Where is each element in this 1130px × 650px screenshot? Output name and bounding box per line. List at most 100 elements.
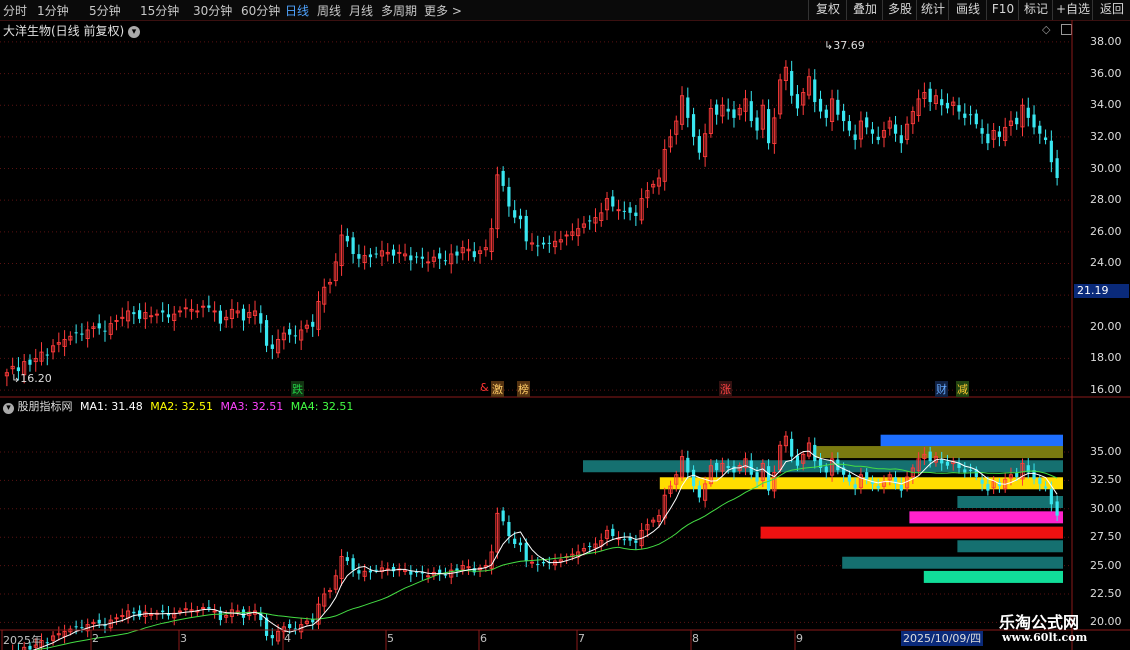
indicator-candle	[368, 570, 373, 573]
candle	[1049, 140, 1053, 163]
indicator-candle	[138, 610, 142, 617]
candle	[634, 212, 638, 216]
price-axis-label: 24.00	[1090, 256, 1122, 270]
candle	[732, 109, 736, 118]
candle	[357, 254, 361, 259]
multi-stock-button[interactable]: 多股	[882, 0, 917, 20]
indicator-candle	[611, 528, 615, 537]
high-marker: ↳37.69	[824, 39, 865, 52]
indicator-candle	[288, 624, 292, 628]
candle	[790, 71, 794, 96]
period-30min[interactable]: 30分钟	[193, 2, 232, 19]
indicator-candle	[74, 626, 78, 628]
candle	[1055, 158, 1059, 179]
price-axis-label: 32.00	[1090, 129, 1122, 143]
period-multi[interactable]: 多周期	[381, 2, 417, 19]
candle	[945, 102, 950, 109]
candle	[311, 321, 315, 327]
f10-button[interactable]: F10	[986, 0, 1019, 20]
low-marker: ↳16.20	[11, 372, 52, 385]
statistics-button[interactable]: 统计	[916, 0, 949, 20]
candle	[697, 136, 701, 153]
period-fenshi[interactable]: 分时	[3, 2, 27, 19]
event-marker-finance[interactable]: 财	[935, 381, 948, 397]
event-marker-list[interactable]: 榜	[517, 381, 530, 397]
indicator-candle	[293, 628, 298, 630]
indicator-candle	[270, 635, 274, 639]
volume-profile-bar	[923, 570, 1063, 583]
event-marker-amp[interactable]: &	[479, 381, 490, 394]
candle	[853, 134, 857, 141]
indicator-candle	[536, 563, 540, 565]
event-marker-reduce[interactable]: 减	[956, 381, 969, 397]
price-axis-label: 26.00	[1090, 224, 1122, 238]
indicator-candle	[813, 444, 817, 462]
restore-rights-button[interactable]: 复权	[808, 0, 847, 20]
chevron-down-icon[interactable]: ▾	[3, 403, 14, 414]
candle	[368, 254, 373, 258]
price-axis-label: 28.00	[1090, 193, 1122, 207]
price-axis-label: 20.00	[1090, 319, 1122, 333]
candle	[842, 110, 846, 122]
candle	[893, 124, 898, 134]
period-more-label: 更多	[424, 4, 449, 18]
volume-profile-bar	[813, 446, 1063, 459]
indicator-candle	[588, 546, 592, 548]
candle	[836, 99, 840, 115]
period-1min[interactable]: 1分钟	[37, 2, 69, 19]
indicator-legend: ▾ 股朋指标网 MA1: 31.48 MA2: 32.51 MA3: 32.51…	[3, 398, 353, 414]
indicator-candle	[241, 609, 246, 618]
cursor-price-label: 21.19	[1074, 284, 1129, 298]
candle	[351, 237, 355, 254]
indicator-candle	[622, 539, 626, 541]
draw-line-button[interactable]: 画线	[948, 0, 987, 20]
back-button[interactable]: 返回	[1092, 0, 1130, 20]
candle	[963, 113, 967, 118]
candle	[97, 323, 101, 329]
price-axis-label: 18.00	[1090, 351, 1122, 365]
period-monthly[interactable]: 月线	[349, 2, 373, 19]
watermark-title: 乐淘公式网	[999, 613, 1080, 632]
indicator-candle	[928, 451, 932, 462]
indicator-name[interactable]: 股朋指标网	[18, 400, 73, 413]
indicator-axis-label: 22.50	[1090, 586, 1122, 600]
period-daily[interactable]: 日线	[285, 2, 309, 19]
candle	[928, 88, 932, 103]
indicator-candle	[1055, 501, 1059, 516]
add-watchlist-button[interactable]: +自选	[1052, 0, 1093, 20]
indicator-candle	[691, 469, 696, 487]
candle	[824, 109, 828, 118]
event-marker-rise[interactable]: 涨	[719, 381, 732, 397]
watermark-url: www.60lt.com	[1002, 631, 1088, 644]
indicator-candle	[876, 486, 880, 489]
candle	[513, 210, 517, 218]
event-marker-surge[interactable]: 激	[491, 381, 504, 397]
period-weekly[interactable]: 周线	[317, 2, 341, 19]
indicator-candle	[80, 627, 84, 629]
candle	[74, 332, 78, 334]
candle	[414, 256, 419, 258]
candle	[726, 108, 730, 112]
indicator-axis-label: 20.00	[1090, 615, 1122, 629]
ma1-value: 31.48	[111, 400, 143, 413]
kline-chart	[0, 20, 1130, 650]
candle	[957, 105, 961, 112]
period-more[interactable]: 更多 >	[424, 2, 462, 19]
volume-profile-bar	[760, 526, 1063, 539]
ma3-value: 32.51	[251, 400, 284, 413]
candle	[288, 329, 292, 335]
mark-button[interactable]: 标记	[1018, 0, 1053, 20]
period-15min[interactable]: 15分钟	[140, 2, 179, 19]
indicator-candle	[853, 484, 857, 489]
candle	[1015, 117, 1019, 125]
period-5min[interactable]: 5分钟	[89, 2, 121, 19]
indicator-candle	[207, 607, 211, 609]
indicator-axis-label: 27.50	[1090, 530, 1122, 544]
overlay-button[interactable]: 叠加	[846, 0, 883, 20]
candle	[818, 98, 823, 112]
price-axis-label: 16.00	[1090, 383, 1122, 397]
candle	[974, 113, 978, 125]
event-marker-fall[interactable]: 跌	[291, 381, 304, 397]
candle	[166, 314, 171, 318]
period-60min[interactable]: 60分钟	[241, 2, 280, 19]
